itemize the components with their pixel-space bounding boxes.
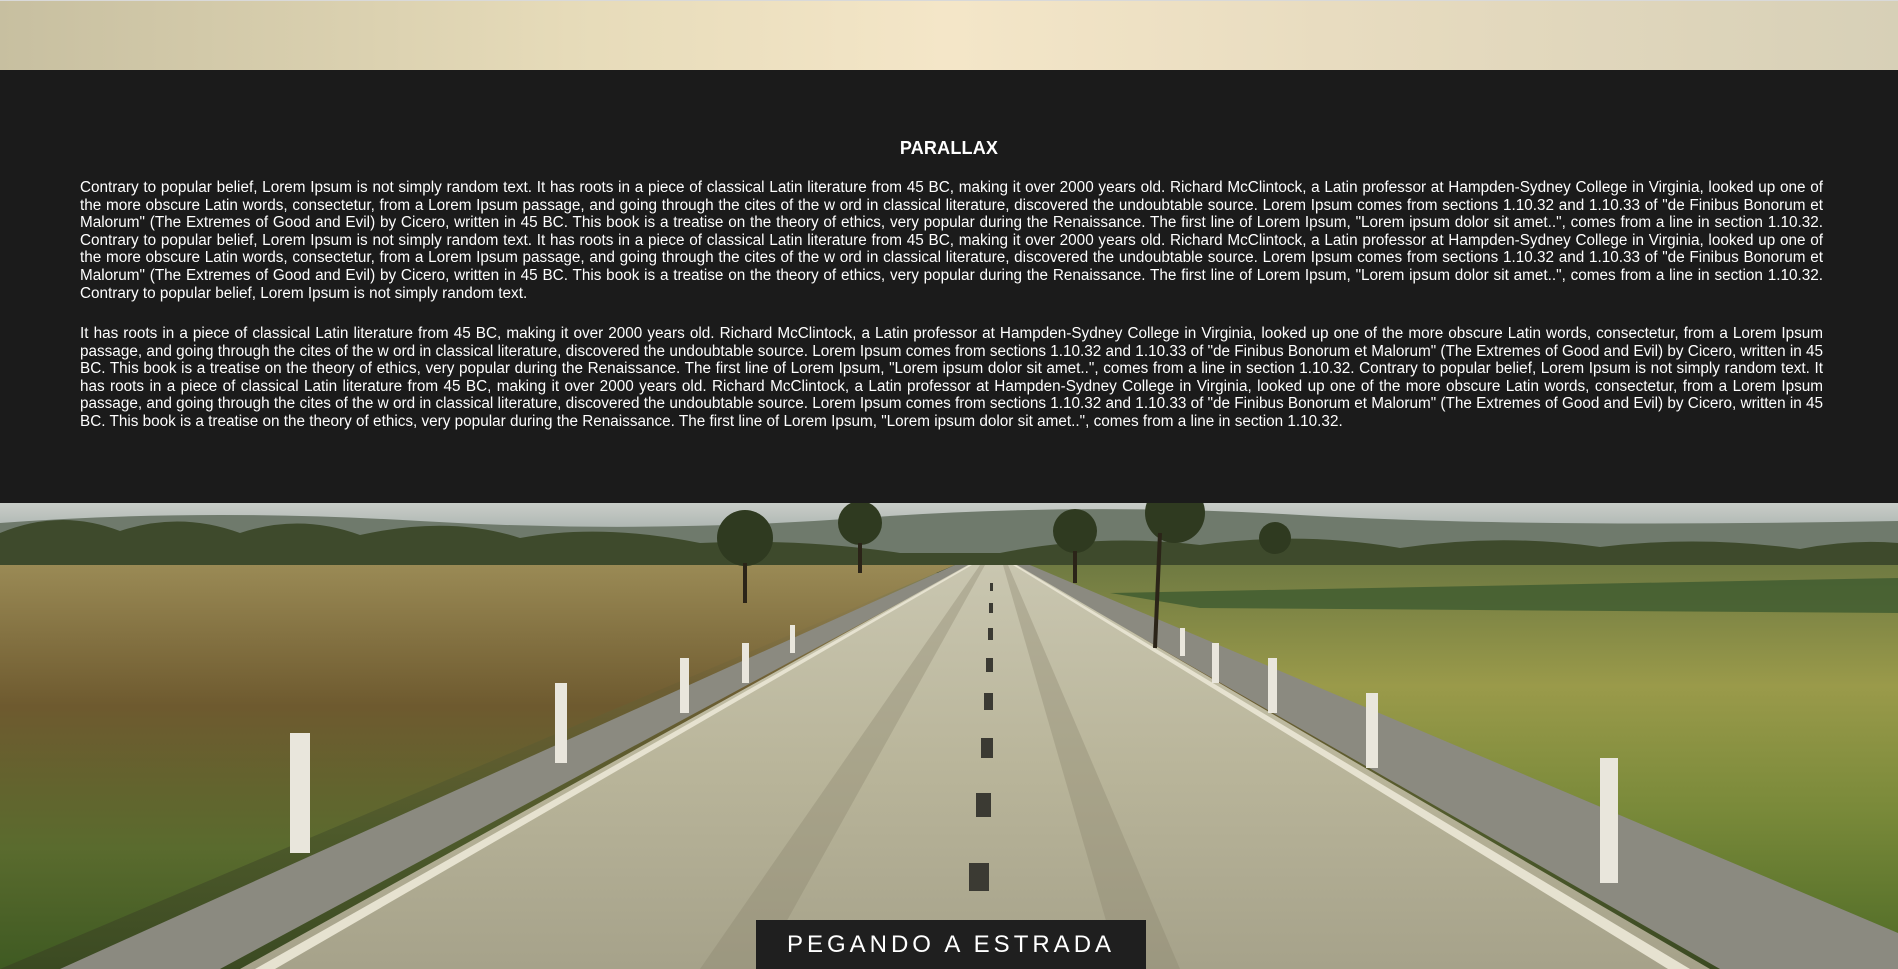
road-parallax-image xyxy=(0,503,1898,969)
paragraph-1: Contrary to popular belief, Lorem Ipsum … xyxy=(80,179,1823,302)
parallax-text-section: PARALLAX Contrary to popular belief, Lor… xyxy=(0,70,1898,503)
road-landscape-illustration xyxy=(0,503,1898,969)
section-title: PARALLAX xyxy=(899,138,999,158)
hero-caption: PEGANDO A ESTRADA xyxy=(756,920,1146,969)
paragraph-2: It has roots in a piece of classical Lat… xyxy=(80,325,1823,430)
top-parallax-image xyxy=(0,0,1898,70)
